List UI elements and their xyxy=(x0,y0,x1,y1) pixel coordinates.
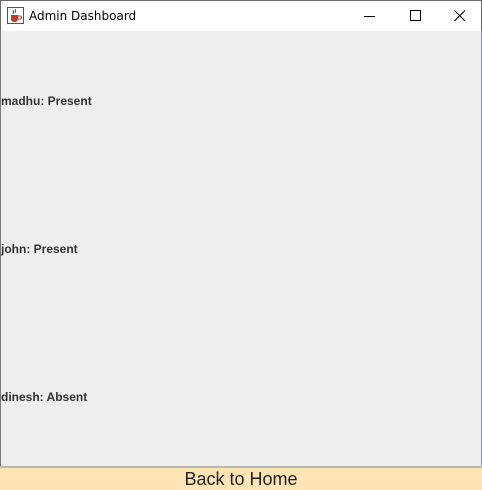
java-cup-icon[interactable] xyxy=(7,7,24,24)
maximize-icon xyxy=(410,10,421,21)
window-title: Admin Dashboard xyxy=(29,9,137,23)
close-icon xyxy=(454,10,466,22)
minimize-button[interactable] xyxy=(347,1,393,31)
attendance-panel: madhu: Present john: Present dinesh: Abs… xyxy=(0,31,482,467)
attendance-record-dinesh: dinesh: Absent xyxy=(1,390,88,404)
minimize-icon xyxy=(364,16,375,17)
attendance-record-john: john: Present xyxy=(1,242,78,256)
attendance-record-madhu: madhu: Present xyxy=(1,94,92,108)
close-button[interactable] xyxy=(437,1,482,31)
admin-dashboard-window: Admin Dashboard madhu: Present john: Pre… xyxy=(0,0,482,490)
maximize-button[interactable] xyxy=(393,1,439,31)
back-to-home-button[interactable]: Back to Home xyxy=(0,468,482,490)
title-bar[interactable]: Admin Dashboard xyxy=(0,0,482,31)
